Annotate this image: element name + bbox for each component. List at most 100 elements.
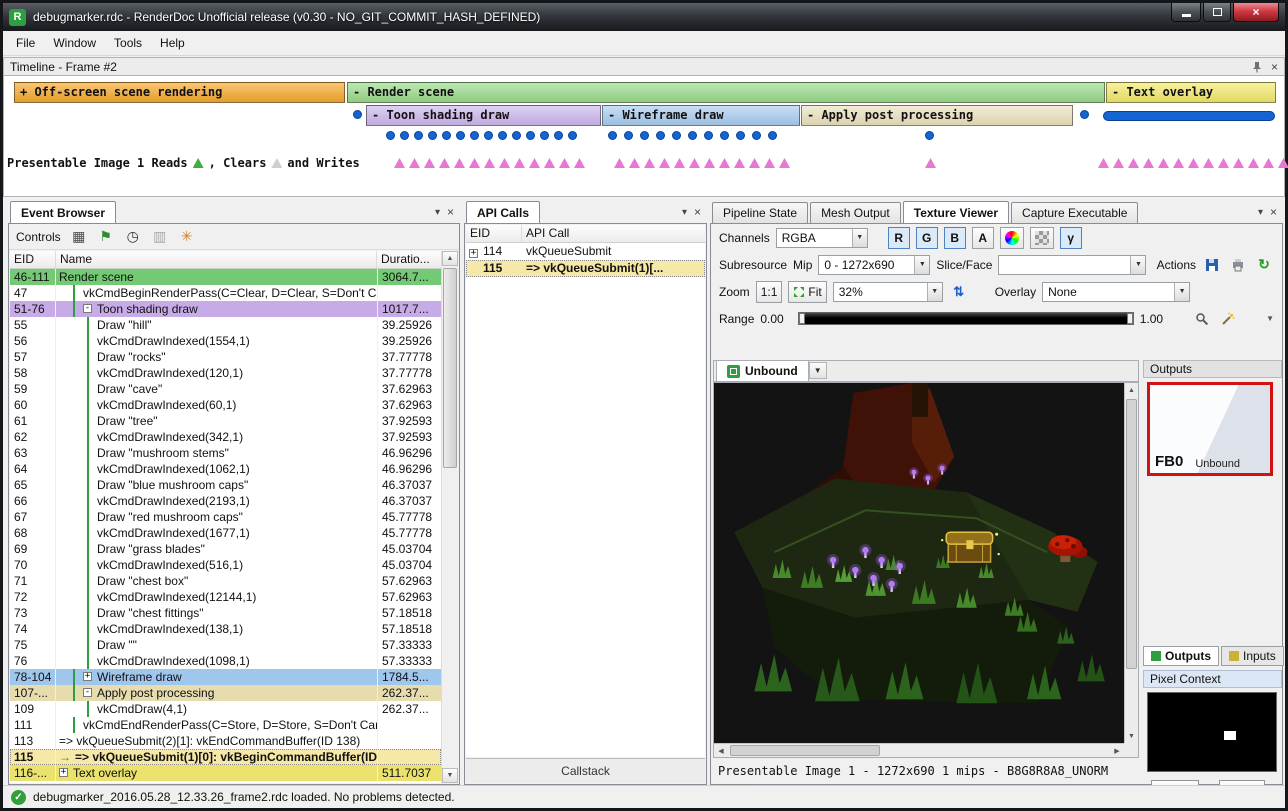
event-dot[interactable] [414, 131, 423, 140]
channels-select[interactable]: RGBA▼ [776, 228, 868, 248]
expand-toggle[interactable]: + [59, 768, 68, 777]
pin-icon[interactable] [1251, 61, 1263, 73]
event-dot[interactable] [512, 131, 521, 140]
tab-pipeline-state[interactable]: Pipeline State [712, 202, 808, 223]
event-dot[interactable] [1080, 110, 1089, 119]
tab-mesh-output[interactable]: Mesh Output [810, 202, 901, 223]
event-row[interactable]: 111vkCmdEndRenderPass(C=Store, D=Store, … [10, 717, 441, 733]
event-dot[interactable] [752, 131, 761, 140]
red-channel-button[interactable]: R [888, 227, 910, 249]
scrollbar-thumb[interactable] [443, 268, 457, 468]
event-row[interactable]: 75Draw ""57.33333 [10, 637, 441, 653]
stats-icon[interactable]: ▥ [151, 228, 169, 246]
event-row[interactable]: 67Draw "red mushroom caps"45.77778 [10, 509, 441, 525]
event-dot[interactable] [428, 131, 437, 140]
timeline-caption-bar[interactable]: Timeline - Frame #2 × [3, 57, 1285, 76]
scroll-down-icon[interactable]: ▼ [1125, 729, 1138, 743]
event-row[interactable]: 69Draw "grass blades"45.03704 [10, 541, 441, 557]
tab-event-browser[interactable]: Event Browser [10, 201, 116, 223]
zoom-range-icon[interactable] [1192, 309, 1212, 329]
event-row[interactable]: 70vkCmdDrawIndexed(516,1)45.03704 [10, 557, 441, 573]
tab-outputs[interactable]: Outputs [1143, 646, 1219, 666]
event-dot[interactable] [386, 131, 395, 140]
timeline-bar-offscreen[interactable]: + Off-screen scene rendering [14, 82, 345, 103]
event-row[interactable]: 113=> vkQueueSubmit(2)[1]: vkEndCommandB… [10, 733, 441, 749]
event-row[interactable]: 76vkCmdDrawIndexed(1098,1)57.33333 [10, 653, 441, 669]
timeline-bar-post[interactable]: - Apply post processing [801, 105, 1073, 126]
event-dot[interactable] [400, 131, 409, 140]
maximize-button[interactable] [1203, 3, 1231, 22]
scroll-down-icon[interactable]: ▼ [442, 768, 458, 783]
event-dot[interactable] [470, 131, 479, 140]
event-dot[interactable] [704, 131, 713, 140]
scrollbar-thumb[interactable] [730, 745, 880, 756]
overlay-select[interactable]: None▼ [1042, 282, 1190, 302]
tab-inputs[interactable]: Inputs [1221, 646, 1284, 666]
event-row[interactable]: 115→=> vkQueueSubmit(1)[0]: vkBeginComma… [10, 749, 441, 765]
event-dot[interactable] [526, 131, 535, 140]
range-max-value[interactable]: 1.00 [1140, 312, 1163, 326]
timeline-close-icon[interactable]: × [1271, 60, 1278, 74]
autofit-wand-icon[interactable] [1218, 309, 1238, 329]
event-dot[interactable] [498, 131, 507, 140]
tab-texture-viewer[interactable]: Texture Viewer [903, 201, 1009, 223]
expand-toggle[interactable]: - [83, 304, 92, 313]
expand-toggle[interactable]: + [469, 249, 478, 258]
chevron-down-icon[interactable]: ▾ [682, 207, 687, 218]
event-row[interactable]: 58vkCmdDrawIndexed(120,1)37.77778 [10, 365, 441, 381]
chevron-down-icon[interactable]: ▾ [435, 207, 440, 218]
tab-api-calls[interactable]: API Calls [466, 201, 540, 223]
zoom-select[interactable]: 32%▼ [833, 282, 943, 302]
event-row[interactable]: 61Draw "tree"37.92593 [10, 413, 441, 429]
expand-toggle[interactable]: - [83, 688, 92, 697]
event-row[interactable]: 68vkCmdDrawIndexed(1677,1)45.77778 [10, 525, 441, 541]
event-dot[interactable] [672, 131, 681, 140]
close-icon[interactable]: × [1270, 205, 1277, 219]
timeline-bar-overlay[interactable]: - Text overlay [1106, 82, 1276, 103]
event-row[interactable]: 72vkCmdDrawIndexed(12144,1)57.62963 [10, 589, 441, 605]
event-row[interactable]: 47vkCmdBeginRenderPass(C=Clear, D=Clear,… [10, 285, 441, 301]
title-bar[interactable]: R debugmarker.rdc - RenderDoc Unofficial… [3, 3, 1285, 31]
close-icon[interactable]: × [694, 205, 701, 219]
menu-help[interactable]: Help [151, 33, 194, 53]
event-row[interactable]: 107-...-Apply post processing262.37... [10, 685, 441, 701]
event-dot[interactable] [624, 131, 633, 140]
event-row[interactable]: 73Draw "chest fittings"57.18518 [10, 605, 441, 621]
bookmark-icon[interactable]: ✳ [178, 228, 196, 246]
close-button[interactable]: × [1233, 3, 1279, 22]
event-dot[interactable] [456, 131, 465, 140]
event-row[interactable]: 66vkCmdDrawIndexed(2193,1)46.37037 [10, 493, 441, 509]
range-slider[interactable] [798, 312, 1134, 325]
event-row[interactable]: 51-76-Toon shading draw1017.7... [10, 301, 441, 317]
scrollbar-thumb[interactable] [1126, 399, 1137, 669]
zoom-1to1-button[interactable]: 1:1 [756, 281, 783, 303]
event-dot[interactable] [688, 131, 697, 140]
scroll-left-icon[interactable]: ◀ [714, 744, 728, 757]
event-dot[interactable] [736, 131, 745, 140]
event-row[interactable]: 65Draw "blue mushroom caps"46.37037 [10, 477, 441, 493]
green-channel-button[interactable]: G [916, 227, 938, 249]
api-list-header[interactable]: EID API Call [466, 225, 705, 243]
event-dot[interactable] [442, 131, 451, 140]
event-row[interactable]: 57Draw "rocks"37.77778 [10, 349, 441, 365]
api-call-row[interactable]: 115=> vkQueueSubmit(1)[... [466, 260, 705, 277]
event-row[interactable]: 59Draw "cave"37.62963 [10, 381, 441, 397]
expand-toggle[interactable]: + [83, 672, 92, 681]
event-row[interactable]: 74vkCmdDrawIndexed(138,1)57.18518 [10, 621, 441, 637]
range-min-value[interactable]: 0.00 [760, 312, 783, 326]
clock-icon[interactable]: ◷ [124, 228, 142, 246]
scroll-right-icon[interactable]: ▶ [1110, 744, 1124, 757]
event-dot[interactable] [720, 131, 729, 140]
event-dot[interactable] [925, 131, 934, 140]
scroll-up-icon[interactable]: ▲ [1125, 383, 1138, 397]
event-dot[interactable] [568, 131, 577, 140]
flag-icon[interactable]: ⚑ [97, 228, 115, 246]
gamma-button[interactable]: γ [1060, 227, 1082, 249]
checkerboard-button[interactable] [1030, 227, 1054, 249]
event-row[interactable]: 71Draw "chest box"57.62963 [10, 573, 441, 589]
event-dot[interactable] [484, 131, 493, 140]
event-row[interactable]: 46-111Render scene3064.7... [10, 269, 441, 285]
fb0-thumbnail[interactable]: FB0 Unbound [1147, 382, 1273, 476]
texture-horizontal-scrollbar[interactable]: ◀ ▶ [714, 743, 1124, 757]
timeline-bar-wireframe[interactable]: - Wireframe draw [602, 105, 800, 126]
